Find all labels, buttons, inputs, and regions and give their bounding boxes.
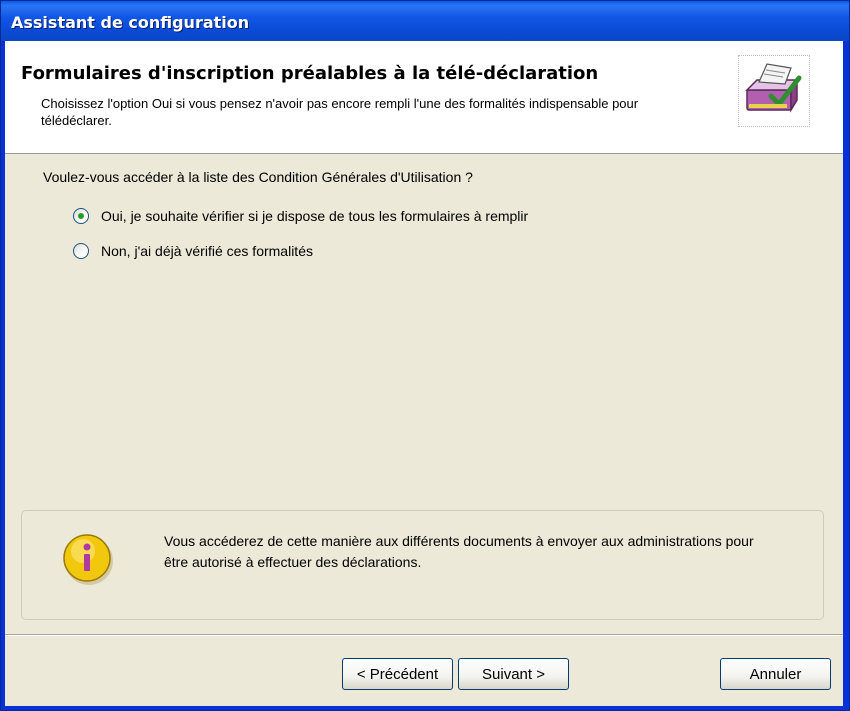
previous-button[interactable]: < Précédent [342, 658, 453, 690]
window-title: Assistant de configuration [11, 13, 250, 32]
radio-option-oui[interactable]: Oui, je souhaite vérifier si je dispose … [73, 205, 528, 227]
next-button[interactable]: Suivant > [458, 658, 569, 690]
radio-option-non[interactable]: Non, j'ai déjà vérifié ces formalités [73, 240, 313, 262]
info-icon [60, 531, 116, 587]
radio-label-non: Non, j'ai déjà vérifié ces formalités [101, 243, 313, 259]
question-label: Voulez-vous accéder à la liste des Condi… [43, 169, 473, 185]
cancel-button[interactable]: Annuler [720, 658, 831, 690]
radio-button-oui[interactable] [73, 208, 89, 224]
printer-check-icon [738, 55, 810, 127]
wizard-window: Assistant de configuration Formulaires d… [0, 0, 850, 711]
header-description: Choisissez l'option Oui si vous pensez n… [41, 96, 639, 128]
title-bar[interactable]: Assistant de configuration [1, 1, 849, 41]
radio-button-non[interactable] [73, 243, 89, 259]
header-title: Formulaires d'inscription préalables à l… [21, 63, 599, 84]
radio-label-oui: Oui, je souhaite vérifier si je dispose … [101, 208, 529, 224]
info-text: Vous accéderez de cette manière aux diff… [164, 533, 754, 570]
dialog-body: Formulaires d'inscription préalables à l… [5, 41, 843, 706]
wizard-header: Formulaires d'inscription préalables à l… [5, 41, 843, 154]
info-panel: Vous accéderez de cette manière aux diff… [21, 510, 824, 620]
footer-separator [5, 634, 843, 636]
